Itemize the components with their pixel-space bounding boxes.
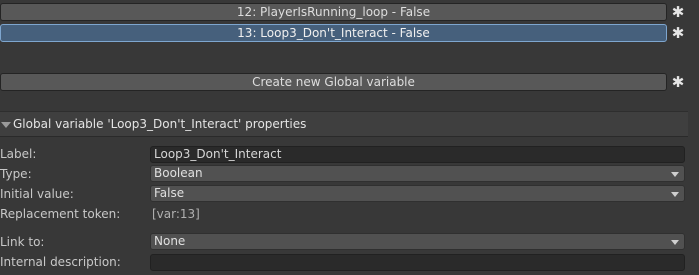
foldout-arrow-icon[interactable] <box>1 122 11 128</box>
gear-icon[interactable]: ✱ <box>670 25 686 41</box>
link-to-dropdown[interactable]: None <box>150 233 685 250</box>
label-input[interactable]: Loop3_Don't_Interact <box>150 146 685 163</box>
type-dropdown-value: Boolean <box>154 166 203 180</box>
link-to-dropdown-value: None <box>154 234 186 248</box>
internal-description-input[interactable] <box>150 254 685 271</box>
chevron-down-icon <box>671 192 679 197</box>
properties-title: Global variable 'Loop3_Don't_Interact' p… <box>13 117 307 131</box>
label-caption: Label: <box>0 147 37 161</box>
link-to-caption: Link to: <box>0 235 45 249</box>
type-caption: Type: <box>0 167 32 181</box>
gear-icon[interactable]: ✱ <box>670 74 686 90</box>
chevron-down-icon <box>671 172 679 177</box>
chevron-down-icon <box>671 240 679 245</box>
properties-header[interactable]: Global variable 'Loop3_Don't_Interact' p… <box>0 111 688 137</box>
replacement-token-value: [var:13] <box>152 207 200 221</box>
initial-value-dropdown-value: False <box>154 186 185 200</box>
gear-icon[interactable]: ✱ <box>670 4 686 20</box>
internal-description-caption: Internal description: <box>0 255 121 269</box>
initial-value-caption: Initial value: <box>0 187 74 201</box>
initial-value-dropdown[interactable]: False <box>150 185 685 202</box>
variable-row-12[interactable]: 12: PlayerIsRunning_loop - False <box>0 3 667 21</box>
replacement-token-caption: Replacement token: <box>0 207 121 221</box>
global-variables-panel: 12: PlayerIsRunning_loop - False ✱ 13: L… <box>0 0 699 275</box>
type-dropdown[interactable]: Boolean <box>150 165 685 182</box>
variable-row-13[interactable]: 13: Loop3_Don't_Interact - False <box>0 24 667 42</box>
create-new-global-variable-button[interactable]: Create new Global variable <box>0 73 667 91</box>
